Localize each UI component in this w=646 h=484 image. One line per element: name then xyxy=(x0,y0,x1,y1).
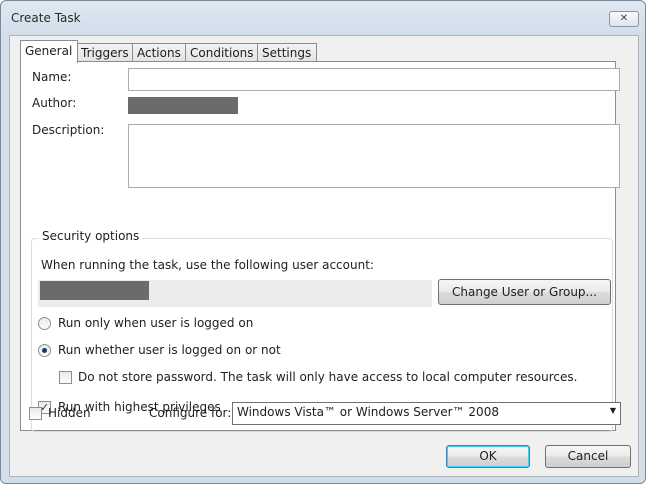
ok-button[interactable]: OK xyxy=(446,445,530,468)
close-icon: ✕ xyxy=(619,13,629,24)
tab-general[interactable]: General xyxy=(20,40,78,63)
window-title: Create Task xyxy=(11,11,81,25)
author-label: Author: xyxy=(32,96,77,110)
hidden-label[interactable]: Hidden xyxy=(48,406,91,420)
account-prompt: When running the task, use the following… xyxy=(41,258,374,272)
user-account-field xyxy=(38,280,432,307)
do-not-store-password-checkbox[interactable] xyxy=(59,371,72,384)
user-account-value-redacted xyxy=(40,281,149,300)
chevron-down-icon: ▼ xyxy=(609,406,616,415)
radio-selected-dot xyxy=(42,348,47,353)
create-task-dialog: Create Task ✕ General Triggers Actions C… xyxy=(0,0,646,484)
run-whether-logged-on-radio[interactable] xyxy=(38,344,51,357)
name-input[interactable] xyxy=(128,68,620,91)
change-user-or-group-button[interactable]: Change User or Group... xyxy=(438,279,611,305)
security-options-title: Security options xyxy=(39,229,143,243)
tab-conditions[interactable]: Conditions xyxy=(185,43,259,62)
cancel-button[interactable]: Cancel xyxy=(545,445,631,468)
hidden-checkbox[interactable] xyxy=(29,407,42,420)
configure-for-dropdown[interactable]: Windows Vista™ or Windows Server™ 2008 ▼ xyxy=(232,402,621,425)
description-textarea[interactable] xyxy=(128,124,620,188)
tab-triggers[interactable]: Triggers xyxy=(76,43,133,62)
tab-actions[interactable]: Actions xyxy=(132,43,186,62)
run-only-logged-on-radio[interactable] xyxy=(38,317,51,330)
close-button[interactable]: ✕ xyxy=(609,11,639,27)
general-tab-panel: Name: Author: Description: Security opti… xyxy=(20,61,620,432)
dialog-client-area: General Triggers Actions Conditions Sett… xyxy=(9,35,639,477)
configure-for-value: Windows Vista™ or Windows Server™ 2008 xyxy=(237,405,499,419)
name-label: Name: xyxy=(32,70,72,84)
do-not-store-password-label[interactable]: Do not store password. The task will onl… xyxy=(78,370,577,384)
run-whether-logged-on-label[interactable]: Run whether user is logged on or not xyxy=(58,343,281,357)
tab-settings[interactable]: Settings xyxy=(257,43,317,62)
author-value-redacted xyxy=(128,97,238,114)
run-only-logged-on-label[interactable]: Run only when user is logged on xyxy=(58,316,253,330)
description-label: Description: xyxy=(32,123,105,137)
configure-for-label: Configure for: xyxy=(149,406,232,420)
